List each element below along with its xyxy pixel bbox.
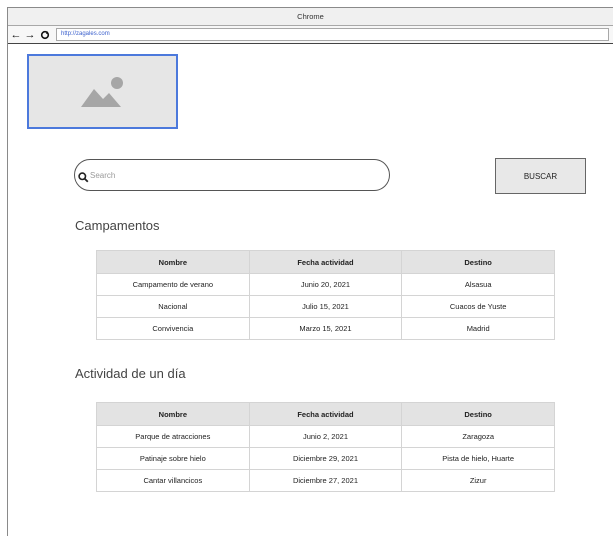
cell-fecha: Diciembre 29, 2021 [248, 447, 403, 470]
cell-nombre: Cantar villancicos [96, 469, 250, 492]
campamentos-table: Nombre Fecha actividad Destino Campament… [96, 250, 555, 340]
table-row: Convivencia Marzo 15, 2021 Madrid [96, 317, 555, 340]
table-row: Parque de atracciones Junio 2, 2021 Zara… [96, 425, 555, 448]
section-title-campamentos: Campamentos [75, 218, 160, 233]
column-header-destino: Destino [401, 402, 555, 426]
cell-nombre: Campamento de verano [96, 273, 250, 296]
table-header-row: Nombre Fecha actividad Destino [96, 402, 555, 426]
cell-nombre: Nacional [96, 295, 250, 318]
table-row: Nacional Julio 15, 2021 Cuacos de Yuste [96, 295, 555, 318]
window-title: Chrome [8, 8, 613, 26]
cell-nombre: Patinaje sobre hielo [96, 447, 250, 470]
cell-nombre: Parque de atracciones [96, 425, 250, 448]
search-input[interactable] [90, 167, 370, 183]
column-header-fecha: Fecha actividad [248, 402, 403, 426]
column-header-nombre: Nombre [96, 402, 250, 426]
buscar-button[interactable]: BUSCAR [495, 158, 586, 194]
search-bar[interactable] [74, 159, 390, 191]
column-header-destino: Destino [401, 250, 555, 274]
image-placeholder-icon [81, 77, 123, 107]
cell-destino: Madrid [401, 317, 555, 340]
column-header-fecha: Fecha actividad [248, 250, 403, 274]
logo-image [27, 54, 178, 129]
search-icon [78, 170, 89, 188]
cell-nombre: Convivencia [96, 317, 250, 340]
address-bar[interactable]: http://zagales.com [56, 28, 609, 41]
table-row: Campamento de verano Junio 20, 2021 Alsa… [96, 273, 555, 296]
cell-destino: Zizur [401, 469, 555, 492]
actividad-table: Nombre Fecha actividad Destino Parque de… [96, 402, 555, 492]
reload-icon[interactable] [39, 26, 51, 43]
cell-fecha: Marzo 15, 2021 [248, 317, 403, 340]
cell-fecha: Junio 20, 2021 [248, 273, 403, 296]
cell-destino: Pista de hielo, Huarte [401, 447, 555, 470]
cell-fecha: Julio 15, 2021 [248, 295, 403, 318]
cell-destino: Zaragoza [401, 425, 555, 448]
cell-fecha: Junio 2, 2021 [248, 425, 403, 448]
cell-destino: Alsasua [401, 273, 555, 296]
table-header-row: Nombre Fecha actividad Destino [96, 250, 555, 274]
browser-toolbar: ← → http://zagales.com [8, 26, 613, 44]
column-header-nombre: Nombre [96, 250, 250, 274]
back-arrow-icon[interactable]: ← [10, 26, 22, 43]
cell-fecha: Diciembre 27, 2021 [248, 469, 403, 492]
section-title-actividad: Actividad de un día [75, 366, 186, 381]
table-row: Cantar villancicos Diciembre 27, 2021 Zi… [96, 469, 555, 492]
table-row: Patinaje sobre hielo Diciembre 29, 2021 … [96, 447, 555, 470]
cell-destino: Cuacos de Yuste [401, 295, 555, 318]
forward-arrow-icon[interactable]: → [24, 26, 36, 43]
browser-window: Chrome ← → http://zagales.com BUSCAR Cam… [7, 7, 613, 536]
